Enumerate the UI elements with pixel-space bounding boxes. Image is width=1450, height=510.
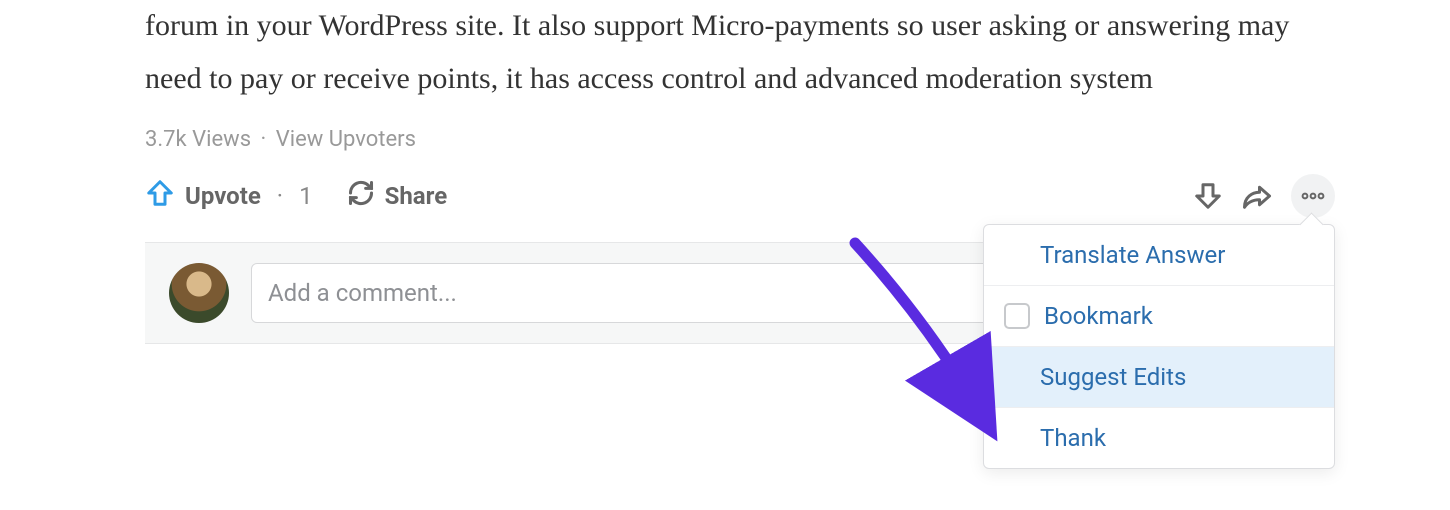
meta-separator: · (261, 127, 267, 152)
share-arrow-button[interactable] (1241, 181, 1273, 211)
answer-body-text: forum in your WordPress site. It also su… (145, 0, 1335, 105)
menu-item-label: Translate Answer (1040, 241, 1225, 269)
more-icon (1300, 191, 1326, 201)
action-bar: Upvote · 1 Share (145, 174, 1335, 218)
menu-item-label: Suggest Edits (1040, 363, 1186, 391)
menu-item-label: Thank (1040, 424, 1106, 452)
share-label: Share (385, 182, 448, 210)
upvote-icon (145, 178, 175, 214)
more-options-menu: Translate Answer Bookmark Suggest Edits Tha… (983, 224, 1335, 469)
views-count: 3.7k Views (145, 127, 251, 152)
upvote-count: 1 (299, 182, 313, 210)
upvote-separator: · (277, 182, 283, 210)
menu-item-translate-answer[interactable]: Translate Answer (984, 225, 1334, 286)
bookmark-checkbox[interactable] (1004, 303, 1030, 329)
menu-item-label: Bookmark (1044, 302, 1153, 330)
share-button[interactable]: Share (347, 179, 448, 213)
right-action-group (1193, 174, 1335, 218)
answer-meta-row: 3.7k Views · View Upvoters (145, 127, 1335, 152)
answer-content-area: forum in your WordPress site. It also su… (145, 0, 1335, 344)
more-options-button[interactable] (1291, 174, 1335, 218)
upvote-label: Upvote (185, 182, 261, 210)
action-bar-wrap: Upvote · 1 Share (145, 174, 1335, 218)
upvote-button[interactable]: Upvote · 1 (145, 178, 313, 214)
menu-item-thank[interactable]: Thank (984, 408, 1334, 468)
menu-item-bookmark[interactable]: Bookmark (984, 286, 1334, 347)
menu-item-suggest-edits[interactable]: Suggest Edits (984, 347, 1334, 408)
downvote-button[interactable] (1193, 181, 1223, 211)
view-upvoters-link[interactable]: View Upvoters (276, 127, 416, 152)
avatar[interactable] (169, 263, 229, 323)
recycle-icon (347, 179, 375, 213)
